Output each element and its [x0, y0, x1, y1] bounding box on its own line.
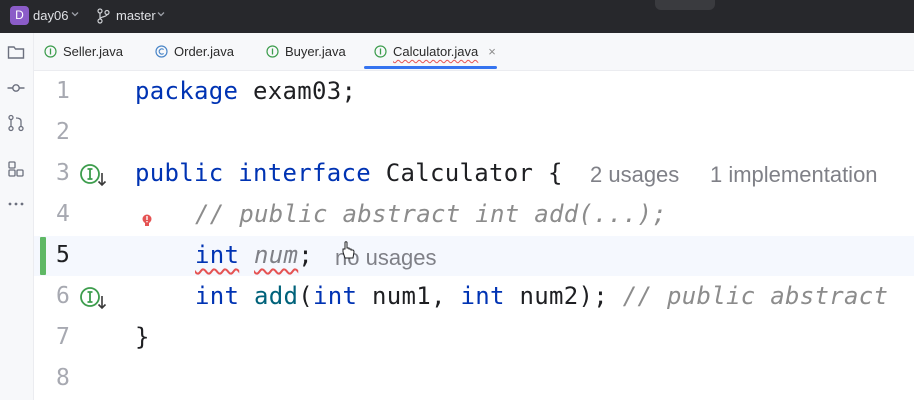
intention-bulb-icon[interactable] [141, 213, 153, 229]
interface-icon [266, 45, 279, 58]
chevron-down-icon[interactable] [156, 9, 166, 19]
implemented-interface-icon[interactable] [80, 163, 108, 189]
title-bar: D day06 master [0, 0, 914, 33]
structure-icon[interactable] [6, 159, 26, 179]
close-icon[interactable]: × [488, 44, 496, 59]
code-line-3[interactable]: public interface Calculator { [135, 159, 563, 187]
keyword: int [460, 282, 505, 310]
keyword: int [195, 241, 240, 269]
window-controls-tab[interactable] [655, 0, 715, 10]
method-name: add [254, 282, 299, 310]
code-line-4[interactable]: // public abstract int add(...); [195, 200, 667, 228]
branch-name[interactable]: master [116, 8, 156, 23]
keyword: interface [238, 159, 371, 187]
tab-calculator[interactable]: Calculator.java × [374, 33, 496, 70]
usages-hint[interactable]: 2 usages [590, 162, 679, 188]
pull-request-icon[interactable] [6, 113, 26, 133]
code-line-5[interactable]: int num; [195, 241, 313, 269]
tab-label: Seller.java [63, 44, 123, 59]
code-line-1[interactable]: package exam03; [135, 77, 356, 105]
line-number[interactable]: 5 [56, 242, 74, 268]
line-number[interactable]: 4 [56, 201, 74, 227]
chevron-down-icon[interactable] [70, 9, 80, 19]
code-line-7[interactable]: } [135, 323, 150, 351]
tab-label: Order.java [174, 44, 234, 59]
code-line-6[interactable]: int add(int num1, int num2); // public a… [195, 282, 888, 310]
line-number[interactable]: 7 [56, 324, 74, 350]
tab-seller[interactable]: Seller.java [44, 33, 123, 70]
comment: // public abstract int add(...); [195, 200, 667, 228]
tab-label: Buyer.java [285, 44, 346, 59]
tool-window-strip [0, 33, 34, 400]
keyword: int [313, 282, 358, 310]
line-number[interactable]: 6 [56, 283, 74, 309]
code-text: ( [298, 282, 313, 310]
code-text: Calculator { [371, 159, 563, 187]
code-text: num2); [504, 282, 623, 310]
tab-label: Calculator.java [393, 44, 479, 59]
comment: // public abstract [622, 282, 889, 310]
editor-tab-bar: Seller.java Order.java Buyer.java Calcul… [34, 33, 914, 71]
more-icon[interactable] [6, 194, 26, 214]
keyword: int [195, 282, 240, 310]
project-name[interactable]: day06 [33, 8, 68, 23]
keyword: package [135, 77, 239, 105]
git-branch-icon [97, 8, 110, 24]
code-text: num1, [357, 282, 461, 310]
code-text: ; [298, 241, 313, 269]
class-icon [155, 45, 168, 58]
implementations-hint[interactable]: 1 implementation [710, 162, 878, 188]
current-line-highlight [34, 236, 914, 276]
vcs-change-marker[interactable] [40, 237, 46, 275]
closing-brace: } [135, 323, 150, 351]
code-text: exam03; [238, 77, 357, 105]
implemented-method-icon[interactable] [80, 286, 108, 312]
project-folder-icon[interactable] [6, 42, 26, 62]
tab-buyer[interactable]: Buyer.java [266, 33, 346, 70]
tab-order[interactable]: Order.java [155, 33, 234, 70]
keyword: public [135, 159, 224, 187]
line-number[interactable]: 1 [56, 78, 74, 104]
line-number[interactable]: 3 [56, 160, 74, 186]
active-tab-indicator [364, 66, 497, 69]
line-number[interactable]: 2 [56, 119, 74, 145]
line-number[interactable]: 8 [56, 365, 74, 391]
project-badge[interactable]: D [10, 6, 29, 25]
interface-icon [44, 45, 57, 58]
commit-icon[interactable] [6, 78, 26, 98]
hand-cursor-icon [342, 241, 355, 259]
interface-icon [374, 45, 387, 58]
field-name: num [254, 241, 299, 269]
